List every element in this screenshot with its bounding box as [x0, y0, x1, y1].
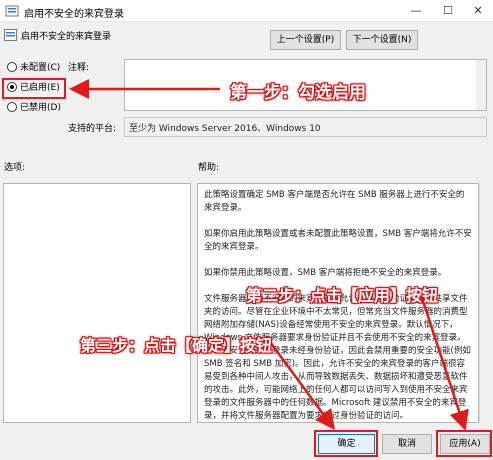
annotation-arrows [69, 79, 469, 431]
annotation-step3: 第三步：点击【确定】按钮 [80, 336, 273, 355]
arrow-step3 [268, 341, 335, 431]
arrow-step2 [418, 291, 469, 431]
annotation-step2: 第二步：点击【应用】按钮 [246, 286, 439, 305]
annotation-step1: 第一步：勾选启用 [230, 83, 366, 103]
